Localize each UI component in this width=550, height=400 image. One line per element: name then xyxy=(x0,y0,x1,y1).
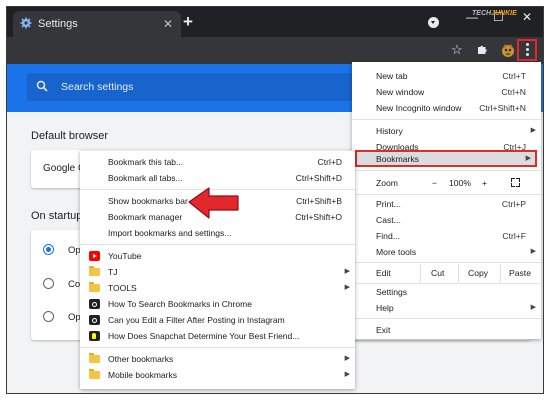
star-icon[interactable]: ☆ xyxy=(451,42,463,58)
menu-find[interactable]: Find... Ctrl+F xyxy=(352,228,541,244)
zoom-value: 100% xyxy=(449,178,471,188)
menu-bookmarks[interactable]: Bookmarks ▶ xyxy=(355,150,537,167)
startup-radio-2[interactable] xyxy=(43,278,54,289)
default-browser-text: Google C xyxy=(43,163,86,174)
menu-divider xyxy=(352,318,541,319)
menu-edit-row: Edit Cut Copy Paste xyxy=(352,264,541,282)
chrome-main-menu: New tab Ctrl+T New window Ctrl+N New Inc… xyxy=(352,62,541,339)
bookmark-all-tabs[interactable]: Bookmark all tabs... Ctrl+Shift+D xyxy=(80,170,355,186)
startup-radio-3[interactable] xyxy=(43,311,54,322)
chevron-right-icon: ▶ xyxy=(344,268,350,275)
menu-divider xyxy=(352,119,541,120)
bookmark-folder-tj[interactable]: TJ ▶ xyxy=(80,264,355,280)
chevron-right-icon: ▶ xyxy=(530,304,536,311)
folder-icon xyxy=(89,369,100,379)
site-icon xyxy=(89,299,100,309)
chevron-right-icon: ▶ xyxy=(344,284,350,291)
zoom-out-button[interactable]: − xyxy=(432,178,437,188)
bookmark-folder-tools[interactable]: TOOLS ▶ xyxy=(80,280,355,296)
menu-divider xyxy=(80,244,355,245)
menu-new-window[interactable]: New window Ctrl+N xyxy=(352,84,541,100)
new-tab-button[interactable]: + xyxy=(183,12,193,32)
bookmark-item[interactable]: Can you Edit a Filter After Posting in I… xyxy=(80,312,355,328)
bookmark-item[interactable]: How Does Snapchat Determine Your Best Fr… xyxy=(80,328,355,344)
menu-divider xyxy=(352,170,541,171)
default-browser-heading: Default browser xyxy=(31,130,109,142)
search-placeholder: Search settings xyxy=(61,81,134,93)
youtube-icon xyxy=(89,251,100,261)
chevron-right-icon: ▶ xyxy=(525,155,531,162)
chevron-right-icon: ▶ xyxy=(344,371,350,378)
cut-button[interactable]: Cut xyxy=(431,268,444,278)
folder-icon xyxy=(89,353,100,363)
chevron-right-icon: ▶ xyxy=(530,127,536,134)
paste-button[interactable]: Paste xyxy=(509,268,531,278)
chevron-right-icon: ▶ xyxy=(344,355,350,362)
copy-button[interactable]: Copy xyxy=(468,268,488,278)
bookmark-mobile-folder[interactable]: Mobile bookmarks ▶ xyxy=(80,367,355,383)
red-arrow-annotation xyxy=(188,187,239,219)
bookmark-item[interactable]: How To Search Bookmarks in Chrome xyxy=(80,296,355,312)
on-startup-heading: On startup xyxy=(31,210,83,222)
menu-divider xyxy=(352,262,541,263)
menu-zoom-row: Zoom − 100% + xyxy=(352,174,541,192)
bookmark-youtube[interactable]: YouTube xyxy=(80,248,355,264)
watermark-logo: TECHJUNKIE xyxy=(472,10,517,17)
menu-cast[interactable]: Cast... xyxy=(352,212,541,228)
toolbar: ☆ xyxy=(7,37,543,64)
bookmark-other-folder[interactable]: Other bookmarks ▶ xyxy=(80,351,355,367)
puzzle-icon[interactable] xyxy=(476,43,488,58)
menu-button[interactable] xyxy=(517,39,537,61)
menu-more-tools[interactable]: More tools ▶ xyxy=(352,244,541,260)
zoom-in-button[interactable]: + xyxy=(482,178,487,188)
menu-new-incognito[interactable]: New Incognito window Ctrl+Shift+N xyxy=(352,100,541,116)
close-window-button[interactable]: ✕ xyxy=(522,10,532,24)
menu-exit[interactable]: Exit xyxy=(352,322,541,338)
gear-icon xyxy=(20,17,32,32)
search-icon xyxy=(36,80,48,95)
startup-radio-1[interactable] xyxy=(43,244,54,255)
menu-divider xyxy=(352,194,541,195)
three-dots-icon xyxy=(525,43,529,57)
profile-dropdown-icon[interactable] xyxy=(428,17,439,28)
bookmark-this-tab[interactable]: Bookmark this tab... Ctrl+D xyxy=(80,154,355,170)
startup-option-1: Op xyxy=(68,245,81,256)
tab-settings[interactable]: Settings ✕ xyxy=(13,11,181,37)
menu-print[interactable]: Print... Ctrl+P xyxy=(352,196,541,212)
import-bookmarks[interactable]: Import bookmarks and settings... xyxy=(80,225,355,241)
menu-divider xyxy=(80,347,355,348)
menu-history[interactable]: History ▶ xyxy=(352,123,541,139)
menu-settings[interactable]: Settings xyxy=(352,284,541,300)
menu-new-tab[interactable]: New tab Ctrl+T xyxy=(352,68,541,84)
zoom-label: Zoom xyxy=(376,178,398,188)
close-tab-icon[interactable]: ✕ xyxy=(163,17,173,31)
fullscreen-icon[interactable] xyxy=(511,178,520,187)
chevron-right-icon: ▶ xyxy=(530,248,536,255)
startup-option-2: Co xyxy=(68,279,81,290)
tab-strip: Settings ✕ + — ☐ ✕ TECHJUNKIE xyxy=(7,7,543,37)
folder-icon xyxy=(89,266,100,276)
folder-icon xyxy=(89,282,100,292)
site-icon xyxy=(89,315,100,325)
snapchat-icon xyxy=(89,331,100,341)
tab-title: Settings xyxy=(38,18,78,30)
browser-window: Settings ✕ + — ☐ ✕ TECHJUNKIE ☆ Search s… xyxy=(6,6,544,394)
edit-label: Edit xyxy=(376,268,391,278)
menu-help[interactable]: Help ▶ xyxy=(352,300,541,316)
extension-icon[interactable] xyxy=(501,43,515,58)
startup-option-3: Op xyxy=(68,312,81,323)
